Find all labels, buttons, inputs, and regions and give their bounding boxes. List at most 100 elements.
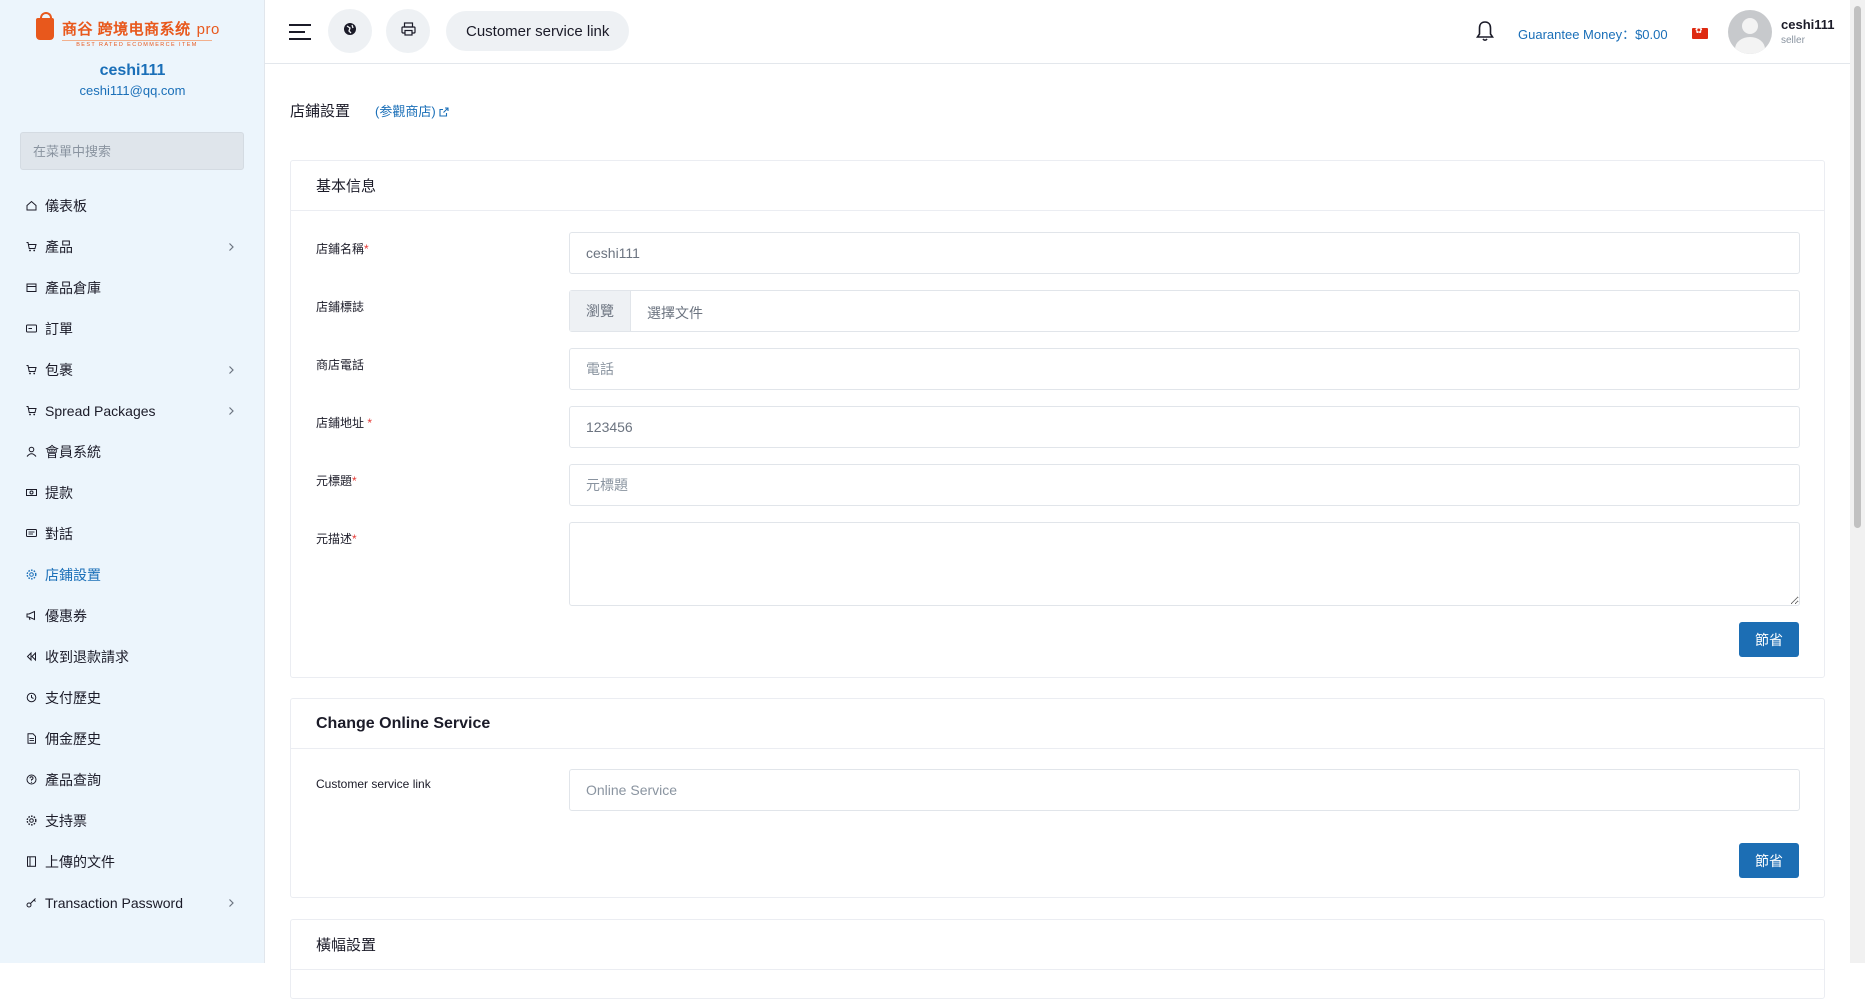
brand-logo[interactable]: 商谷 跨境电商系统 pro BEST RATED ECOMMERCE ITEM [36, 12, 220, 48]
sidebar-item-0[interactable]: 儀表板 [0, 185, 265, 226]
page-scrollbar[interactable] [1850, 0, 1865, 963]
shop-name-input[interactable] [569, 232, 1800, 274]
warehouse-icon [26, 282, 37, 293]
user-icon [26, 446, 37, 457]
chevron-right-icon [225, 240, 237, 252]
meta-description-textarea[interactable] [569, 522, 1800, 606]
money-icon [26, 487, 37, 498]
menu-search-input[interactable] [20, 132, 244, 170]
brand-suffix: pro [196, 21, 220, 38]
customer-service-link-label: Customer service link [316, 777, 431, 791]
sidebar-item-label: 會員系統 [45, 443, 101, 460]
cart-icon [26, 405, 37, 416]
scrollbar-thumb[interactable] [1854, 6, 1861, 528]
bell-icon[interactable] [1476, 20, 1494, 42]
globe-icon [343, 22, 357, 41]
home-icon [26, 200, 37, 211]
sidebar-item-3[interactable]: 訂單 [0, 308, 265, 349]
brand-tagline: BEST RATED ECOMMERCE ITEM [62, 40, 212, 48]
phone-label: 商店電話 [316, 358, 365, 372]
support-icon [26, 815, 37, 826]
gear-icon [26, 569, 37, 580]
customer-service-link-button[interactable]: Customer service link [446, 11, 630, 51]
shopping-bag-icon [36, 12, 54, 40]
sidebar: 商谷 跨境电商系统 pro BEST RATED ECOMMERCE ITEM c… [0, 0, 265, 963]
meta-title-label: 元標題* [316, 474, 357, 488]
shop-logo-label: 店鋪標誌 [316, 300, 365, 314]
sidebar-item-17[interactable]: Transaction Password [0, 882, 265, 923]
external-link-icon [439, 105, 449, 120]
card-icon [26, 323, 37, 334]
sidebar-item-1[interactable]: 產品 [0, 226, 265, 267]
visit-shop-link[interactable]: (参觀商店) [375, 101, 449, 120]
sidebar-item-label: 收到退款請求 [45, 648, 129, 665]
sidebar-item-6[interactable]: 會員系統 [0, 431, 265, 472]
sidebar-item-label: 對話 [45, 525, 73, 542]
sidebar-item-12[interactable]: 支付歷史 [0, 677, 265, 718]
sidebar-item-label: 產品查詢 [45, 771, 101, 788]
sidebar-item-2[interactable]: 產品倉庫 [0, 267, 265, 308]
topbar-user-name[interactable]: ceshi111 [1781, 17, 1835, 32]
sidebar-item-11[interactable]: 收到退款請求 [0, 636, 265, 677]
online-service-input[interactable] [569, 769, 1800, 811]
sidebar-item-9[interactable]: 店鋪設置 [0, 554, 265, 595]
sidebar-item-5[interactable]: Spread Packages [0, 390, 265, 431]
sidebar-item-label: 支付歷史 [45, 689, 101, 706]
sidebar-item-label: 產品倉庫 [45, 279, 101, 296]
shop-logo-file-input[interactable]: 瀏覽 選擇文件 [569, 290, 1800, 332]
sidebar-item-label: Transaction Password [45, 894, 183, 911]
history-icon [26, 692, 37, 703]
top-bar: Customer service link Guarantee Money：$0… [265, 0, 1850, 64]
sidebar-item-label: 上傳的文件 [45, 853, 115, 870]
key-icon [26, 897, 37, 908]
printer-icon [400, 21, 416, 41]
sidebar-item-8[interactable]: 對話 [0, 513, 265, 554]
sidebar-item-13[interactable]: 佣金歷史 [0, 718, 265, 759]
avatar[interactable] [1728, 10, 1772, 54]
sidebar-item-label: 店鋪設置 [45, 566, 101, 583]
sidebar-item-label: 包裹 [45, 361, 73, 378]
basic-info-save-button[interactable]: 節省 [1739, 622, 1799, 657]
sidebar-item-label: 佣金歷史 [45, 730, 101, 747]
choose-file-text: 選擇文件 [647, 305, 703, 321]
address-input[interactable] [569, 406, 1800, 448]
sidebar-item-label: 訂單 [45, 320, 73, 337]
sidebar-item-label: 優惠券 [45, 607, 87, 624]
browse-button[interactable]: 瀏覽 [570, 291, 631, 331]
sidebar-menu: 儀表板產品產品倉庫訂單包裹 Spread Packages 會員系統提款對話店鋪設置… [0, 185, 265, 923]
address-label: 店鋪地址 * [316, 416, 373, 430]
megaphone-icon [26, 610, 37, 621]
meta-description-label: 元描述* [316, 532, 357, 546]
hamburger-menu-icon[interactable] [289, 22, 313, 42]
sidebar-item-label: 支持票 [45, 812, 87, 829]
banner-settings-card: 橫幅設置 [290, 919, 1825, 999]
folder-icon [26, 856, 37, 867]
sidebar-item-15[interactable]: 支持票 [0, 800, 265, 841]
sidebar-user-name: ceshi111 [99, 62, 166, 79]
chat-icon [26, 528, 37, 539]
sidebar-item-16[interactable]: 上傳的文件 [0, 841, 265, 882]
guarantee-money: Guarantee Money：$0.00 [1518, 27, 1668, 42]
phone-input[interactable] [569, 348, 1800, 390]
sidebar-item-4[interactable]: 包裹 [0, 349, 265, 390]
print-button[interactable] [386, 9, 430, 53]
sidebar-item-label: Spread Packages [45, 402, 156, 419]
hong-kong-flag-icon[interactable] [1692, 25, 1708, 39]
sidebar-item-14[interactable]: 產品查詢 [0, 759, 265, 800]
cart-icon [26, 241, 37, 252]
sidebar-item-7[interactable]: 提款 [0, 472, 265, 513]
sidebar-item-label: 產品 [45, 238, 73, 255]
chevron-right-icon [225, 363, 237, 375]
globe-button[interactable] [328, 9, 372, 53]
chevron-right-icon [225, 896, 237, 908]
topbar-user-role: seller [1781, 35, 1805, 46]
online-service-header: Change Online Service [291, 699, 1824, 749]
cart-icon [26, 364, 37, 375]
shop-name-label: 店鋪名稱* [316, 242, 369, 256]
sidebar-user-email: ceshi111@qq.com [79, 83, 186, 98]
sidebar-item-label: 提款 [45, 484, 73, 501]
sidebar-item-10[interactable]: 優惠券 [0, 595, 265, 636]
online-service-save-button[interactable]: 節省 [1739, 843, 1799, 878]
online-service-card: Change Online Service Customer service l… [290, 698, 1825, 898]
meta-title-input[interactable] [569, 464, 1800, 506]
